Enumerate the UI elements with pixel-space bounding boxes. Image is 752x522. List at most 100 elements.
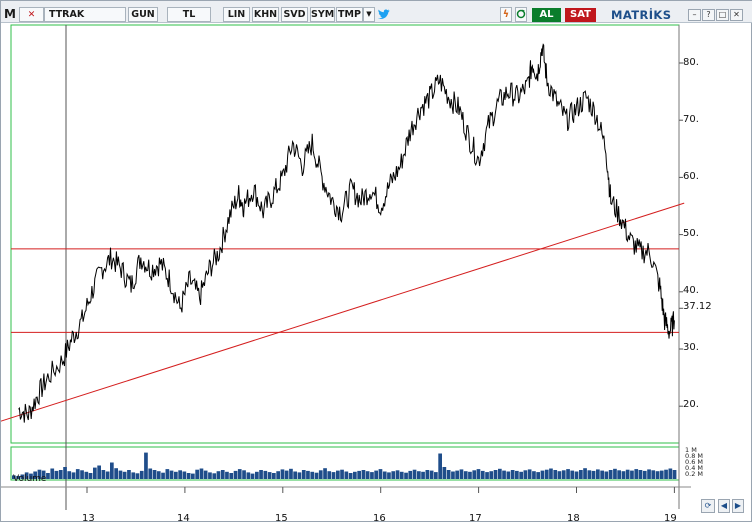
- volume-bar: [293, 471, 297, 479]
- flash-icon[interactable]: ϟ: [500, 7, 512, 22]
- linear-scale-button[interactable]: LIN: [223, 7, 250, 22]
- khn-button[interactable]: KHN: [252, 7, 279, 22]
- volume-bar: [480, 470, 485, 479]
- volume-bar: [544, 469, 549, 479]
- volume-bar: [161, 472, 165, 479]
- tmp-button[interactable]: TMP: [336, 7, 363, 22]
- volume-bar: [71, 472, 76, 479]
- volume-bar: [135, 473, 140, 479]
- period-selector[interactable]: GUN: [128, 7, 158, 22]
- volume-bar: [570, 470, 575, 479]
- volume-bar: [621, 471, 626, 479]
- volume-bar: [370, 472, 374, 479]
- volume-bar: [498, 468, 502, 479]
- volume-bar: [80, 470, 84, 479]
- volume-bar: [617, 470, 621, 479]
- volume-bar: [318, 470, 323, 479]
- volume-bar: [412, 469, 417, 479]
- refresh-icon[interactable]: [515, 7, 527, 22]
- x-tick-label: 14: [177, 513, 190, 522]
- scroll-left-icon[interactable]: ◀: [718, 499, 730, 513]
- volume-bar: [110, 462, 114, 479]
- volume-bar: [642, 470, 647, 479]
- volume-bar: [506, 471, 511, 479]
- volume-bar: [127, 470, 131, 479]
- volume-bar: [668, 468, 673, 479]
- volume-bar: [156, 471, 161, 479]
- twitter-icon[interactable]: [377, 8, 391, 21]
- volume-bar: [263, 470, 268, 479]
- y-tick-label: 50.: [683, 228, 699, 239]
- toolbar: M ✕ TTRAK GUN TL LIN KHN SVD SYM TMP ▼ ϟ…: [1, 1, 752, 23]
- volume-bar: [182, 471, 187, 479]
- volume-bar: [246, 472, 251, 479]
- volume-bar: [139, 470, 144, 479]
- volume-label: Volume: [13, 474, 47, 484]
- volume-bar: [638, 470, 643, 479]
- brand-logo: MATRİKS: [611, 8, 672, 22]
- volume-bar: [647, 469, 651, 479]
- y-tick-label: 20.: [683, 399, 699, 410]
- help-icon[interactable]: ?: [702, 9, 715, 21]
- chart-canvas[interactable]: [1, 23, 752, 522]
- sell-button[interactable]: SAT: [565, 8, 596, 22]
- y-tick-label: 80.: [683, 57, 699, 68]
- sync-icon[interactable]: ⟳: [701, 499, 715, 513]
- volume-bar: [353, 471, 357, 479]
- buy-button[interactable]: AL: [532, 8, 561, 22]
- volume-bar: [591, 470, 596, 479]
- volume-bar: [532, 471, 536, 479]
- price-line: [18, 43, 675, 423]
- volume-bar: [625, 469, 630, 479]
- volume-bar: [336, 470, 340, 479]
- volume-bar: [340, 469, 344, 479]
- volume-bar: [357, 470, 361, 479]
- volume-bar: [417, 471, 421, 479]
- volume-bar: [378, 469, 383, 479]
- minimize-icon[interactable]: –: [688, 9, 701, 21]
- volume-bar: [220, 470, 225, 479]
- dropdown-button[interactable]: ▼: [363, 7, 375, 22]
- volume-bar: [105, 471, 110, 479]
- close-window-icon[interactable]: ✕: [730, 9, 743, 21]
- volume-bar: [510, 470, 515, 479]
- x-tick-label: 18: [567, 513, 580, 522]
- volume-bar: [114, 468, 118, 479]
- volume-bar: [608, 470, 613, 479]
- volume-bar: [101, 470, 106, 479]
- volume-bar: [523, 470, 528, 479]
- close-symbol-button[interactable]: ✕: [19, 7, 44, 22]
- volume-bar: [434, 472, 438, 479]
- volume-bar: [237, 469, 242, 479]
- volume-bar: [655, 471, 660, 479]
- price-chart[interactable]: 80. 70. 60. 50. 40. 30. 20. 37.12 Volume…: [1, 23, 752, 522]
- volume-bar: [191, 473, 195, 479]
- app-logo: M: [4, 7, 16, 21]
- volume-bar: [229, 473, 234, 479]
- restore-icon[interactable]: □: [716, 9, 729, 21]
- y-tick-label: 70.: [683, 114, 699, 125]
- scroll-right-icon[interactable]: ▶: [732, 499, 744, 513]
- volume-bar: [408, 470, 413, 479]
- volume-bar: [561, 470, 566, 479]
- volume-bar: [75, 469, 80, 479]
- volume-bar: [382, 471, 387, 479]
- volume-bar: [365, 471, 370, 479]
- volume-bar: [557, 471, 562, 479]
- overlay-lines: [1, 202, 685, 422]
- currency-selector[interactable]: TL: [167, 7, 211, 22]
- volume-bar: [314, 472, 319, 479]
- symbol-input[interactable]: TTRAK: [44, 7, 126, 22]
- volume-bar: [203, 470, 208, 479]
- x-axis-ticks: [86, 487, 675, 493]
- volume-bar: [613, 468, 617, 479]
- volume-bar: [331, 472, 336, 479]
- volume-bar: [250, 473, 255, 479]
- close-icon: ✕: [27, 10, 36, 20]
- svd-button[interactable]: SVD: [281, 7, 308, 22]
- volume-bar: [301, 470, 306, 479]
- sym-button[interactable]: SYM: [310, 7, 335, 22]
- volume-bar: [519, 471, 523, 479]
- volume-bar: [651, 470, 656, 479]
- volume-bar: [289, 468, 293, 479]
